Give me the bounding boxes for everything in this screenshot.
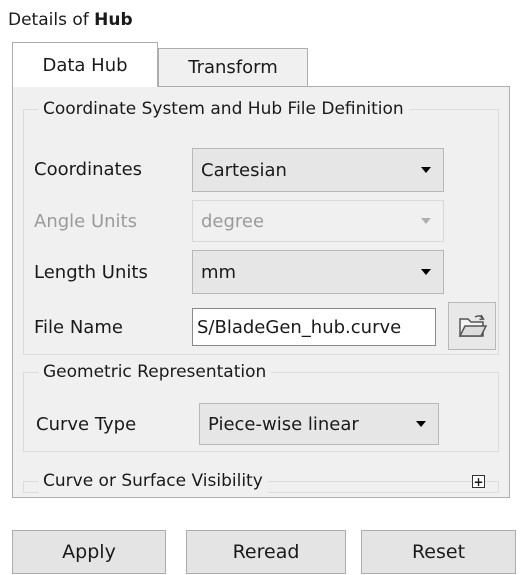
reset-label: Reset (411, 541, 466, 563)
curve-type-value: Piece-wise linear (208, 413, 359, 435)
tab-transform[interactable]: Transform (158, 48, 308, 86)
angle-units-value: degree (201, 210, 265, 232)
curve-type-label: Curve Type (36, 414, 137, 435)
coordinate-system-group: Coordinate System and Hub File Definitio… (23, 97, 499, 355)
chevron-down-icon (421, 269, 431, 275)
group-title: Coordinate System and Hub File Definitio… (38, 97, 409, 121)
angle-units-dropdown: degree (192, 200, 444, 242)
file-name-label: File Name (34, 317, 123, 338)
title-object: Hub (94, 10, 133, 30)
visibility-group: Curve or Surface Visibility + (23, 469, 499, 493)
tab-label: Transform (188, 57, 278, 78)
open-folder-icon (458, 314, 487, 337)
browse-button[interactable] (448, 302, 496, 350)
title-prefix: Details of (8, 10, 89, 30)
tab-label: Data Hub (42, 54, 128, 76)
apply-label: Apply (62, 541, 116, 563)
tab-data-hub[interactable]: Data Hub (12, 42, 158, 87)
group-title: Geometric Representation (38, 360, 272, 384)
chevron-down-icon (421, 218, 431, 224)
length-units-value: mm (201, 261, 237, 283)
length-units-dropdown[interactable]: mm (192, 250, 444, 294)
expand-symbol: + (473, 474, 484, 489)
geometric-representation-group: Geometric Representation Curve Type Piec… (23, 360, 499, 452)
chevron-down-icon (416, 421, 426, 427)
coordinates-value: Cartesian (201, 159, 287, 181)
details-panel: Coordinate System and Hub File Definitio… (12, 86, 510, 498)
expand-plus-icon[interactable]: + (472, 475, 485, 488)
file-name-value: S/BladeGen_hub.curve (197, 316, 402, 338)
angle-units-label: Angle Units (34, 211, 137, 232)
reread-button[interactable]: Reread (186, 530, 346, 574)
page-title: Details of Hub (8, 8, 133, 32)
chevron-down-icon (421, 167, 431, 173)
length-units-label: Length Units (34, 262, 148, 283)
reread-label: Reread (232, 541, 300, 563)
curve-type-dropdown[interactable]: Piece-wise linear (199, 403, 439, 445)
reset-button[interactable]: Reset (361, 530, 516, 574)
group-title: Curve or Surface Visibility (38, 469, 268, 493)
file-name-field[interactable]: S/BladeGen_hub.curve (192, 308, 436, 346)
coordinates-label: Coordinates (34, 159, 143, 180)
apply-button[interactable]: Apply (12, 530, 166, 574)
coordinates-dropdown[interactable]: Cartesian (192, 148, 444, 192)
